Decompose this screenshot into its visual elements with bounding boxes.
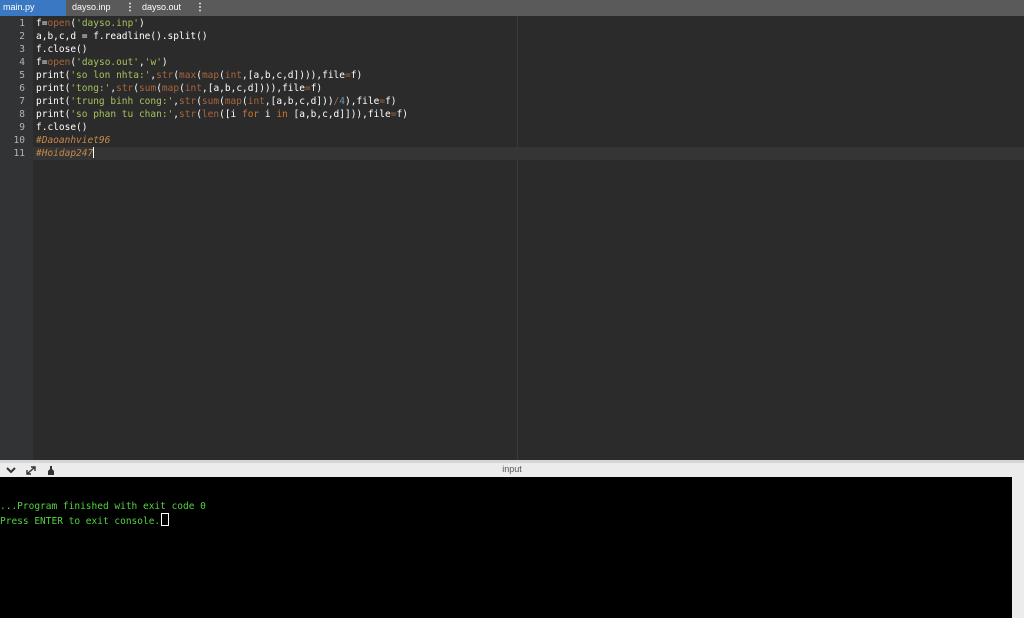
code-token: sum: [201, 96, 220, 107]
code-token: print(: [36, 70, 71, 81]
code-token: max: [179, 70, 197, 81]
code-line: a,b,c,d = f.readline().split(): [36, 30, 208, 43]
line-number: 5: [19, 70, 25, 81]
code-token: str: [179, 96, 197, 107]
code-token: str: [179, 109, 197, 120]
code-token: ): [139, 18, 145, 29]
code-token: ,[a,b,c,d])): [264, 96, 334, 107]
code-line: f=open('dayso.inp'): [36, 17, 145, 30]
code-line: print('tong:',str(sum(map(int,[a,b,c,d])…: [36, 82, 322, 95]
code-token: f): [350, 70, 363, 81]
tab-dayso-inp[interactable]: dayso.inp ⋮: [69, 0, 135, 16]
tab-main-py[interactable]: main.py: [0, 0, 66, 16]
tab-menu-icon[interactable]: ⋮: [195, 0, 205, 15]
code-line: f.close(): [36, 43, 87, 56]
tab-dayso-out[interactable]: dayso.out ⋮: [139, 0, 205, 16]
code-token: ): [161, 57, 168, 68]
code-token: open: [47, 57, 71, 68]
code-token: print(: [36, 109, 71, 120]
file-tab-bar: main.py dayso.inp ⋮ dayso.out ⋮: [0, 0, 1024, 16]
code-token: str: [116, 83, 134, 94]
code-line: #Hoidap247: [36, 147, 95, 160]
print-margin: [517, 16, 518, 460]
code-token: 'dayso.inp': [76, 18, 140, 29]
console-line: Press ENTER to exit console.: [0, 513, 170, 527]
code-token: 'so lon nhta:': [70, 70, 151, 81]
code-token: f.close(): [36, 122, 88, 133]
code-token: i: [259, 109, 277, 120]
line-number: 9: [19, 122, 25, 133]
terminal-cursor: [161, 513, 170, 526]
code-line: #Daoanhviet96: [36, 134, 110, 147]
console-title: input: [502, 464, 522, 474]
line-number: 11: [13, 148, 25, 159]
code-token: ([i: [219, 109, 242, 120]
line-number: 8: [19, 109, 25, 120]
code-token: 'tong:': [70, 83, 111, 94]
console-output[interactable]: ...Program finished with exit code 0 Pres…: [0, 477, 1012, 618]
code-token: 'so phan tu chan:': [70, 109, 174, 120]
code-token: map: [201, 70, 220, 81]
code-line: print('so phan tu chan:',str(len([i for …: [36, 108, 408, 121]
console-scrollbar[interactable]: [1012, 477, 1024, 618]
code-line: print('trung binh cong:',str(sum(map(int…: [36, 95, 397, 108]
code-token: ,[a,b,c,d]))),file: [202, 83, 305, 94]
active-line-highlight: [33, 147, 1024, 160]
line-number: 2: [19, 31, 25, 42]
code-token: ,[a,b,c,d]))),file: [242, 70, 345, 81]
code-token: [a,b,c,d]])),file: [287, 109, 391, 120]
line-number: 1: [19, 18, 25, 29]
code-token: in: [276, 109, 288, 120]
code-token: len: [201, 109, 220, 120]
code-token: print(: [36, 83, 71, 94]
code-token: f): [310, 83, 323, 94]
tab-label: dayso.inp: [72, 2, 111, 12]
line-number: 7: [19, 96, 25, 107]
code-token: #Daoanhviet96: [36, 135, 111, 146]
code-area[interactable]: f=open('dayso.inp') a,b,c,d = f.readline(…: [33, 16, 1024, 460]
code-editor[interactable]: 1 2 3 4 5 6 7 8 9 10 11 f=open('dayso.inp') a,b,c,d…: [0, 16, 1024, 460]
code-token: int: [224, 70, 243, 81]
code-line: f=open('dayso.out','w'): [36, 56, 168, 69]
code-token: for: [241, 109, 260, 120]
code-token: int: [247, 96, 265, 107]
code-token: ),file: [345, 96, 380, 107]
code-token: open: [47, 18, 71, 29]
code-token: map: [161, 83, 180, 94]
code-token: sum: [139, 83, 157, 94]
console-line: ...Program finished with exit code 0: [0, 501, 206, 512]
text-cursor: [93, 147, 95, 158]
code-line: f.close(): [36, 121, 87, 134]
tab-label: dayso.out: [142, 2, 182, 12]
code-token: #Hoidap247: [36, 148, 94, 159]
console-header: input: [0, 460, 1024, 477]
code-token: str: [156, 70, 174, 81]
line-number-gutter: 1 2 3 4 5 6 7 8 9 10 11: [0, 16, 33, 460]
code-token: 'trung binh cong:': [70, 96, 174, 107]
line-number: 4: [19, 57, 25, 68]
code-token: f.close(): [36, 44, 88, 55]
code-token: f): [385, 96, 397, 107]
tab-menu-icon[interactable]: ⋮: [125, 0, 135, 15]
code-token: 'dayso.out': [76, 57, 140, 68]
code-token: 'w': [144, 57, 162, 68]
line-number: 6: [19, 83, 25, 94]
line-number: 10: [13, 135, 25, 146]
code-token: map: [224, 96, 242, 107]
code-line: print('so lon nhta:',str(max(map(int,[a,…: [36, 69, 362, 82]
code-token: a,b,c,d = f.readline().split(): [36, 31, 208, 42]
code-token: f): [396, 109, 408, 120]
code-token: int: [184, 83, 202, 94]
code-token: print(: [36, 96, 71, 107]
line-number: 3: [19, 44, 25, 55]
tab-label: main.py: [3, 2, 35, 12]
